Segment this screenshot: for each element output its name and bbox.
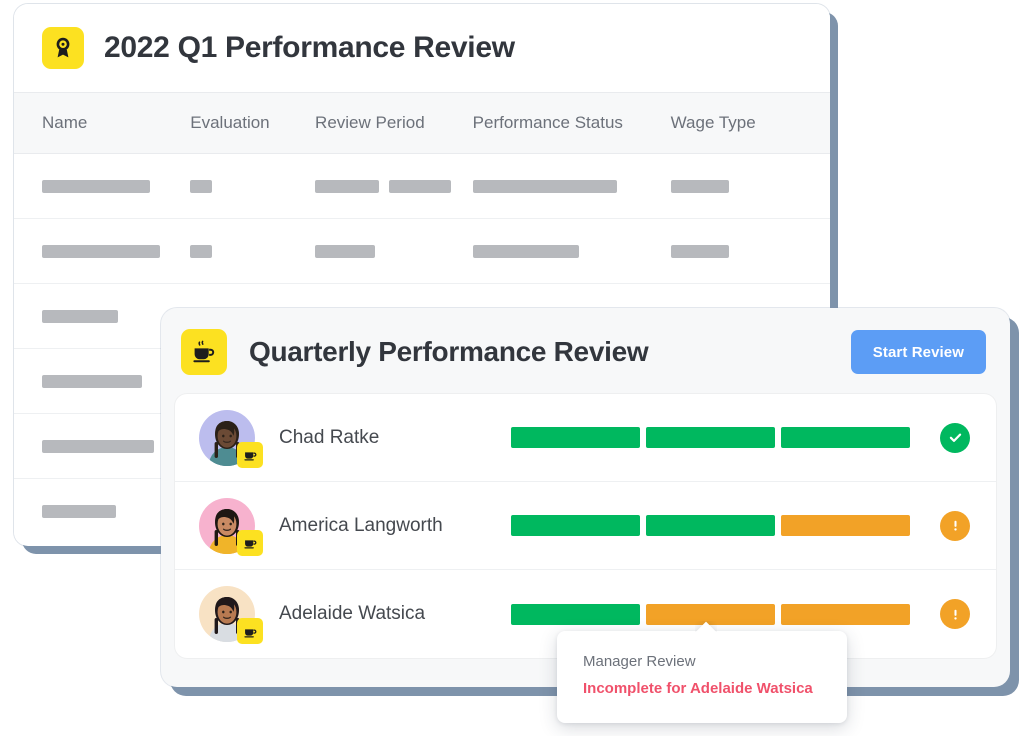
progress-segment-orange[interactable] (781, 515, 910, 536)
person-review-row[interactable]: Chad Ratke (175, 394, 996, 482)
tooltip-message: Incomplete for Adelaide Watsica (583, 680, 813, 697)
start-review-button[interactable]: Start Review (850, 330, 986, 374)
coffee-cup-icon (237, 441, 263, 468)
progress-segment-green[interactable] (511, 427, 640, 448)
placeholder-bar (670, 179, 729, 193)
table-row[interactable] (14, 219, 830, 284)
coffee-cup-icon (237, 529, 263, 556)
award-ribbon-icon (42, 27, 84, 69)
progress-segment-green[interactable] (646, 515, 775, 536)
table-cell (315, 244, 473, 258)
table-card-title: 2022 Q1 Performance Review (104, 31, 515, 64)
avatar (199, 586, 263, 644)
placeholder-bar (472, 179, 617, 193)
progress-segment-green[interactable] (781, 427, 910, 448)
avatar (199, 409, 263, 468)
tooltip-arrow (695, 621, 717, 632)
review-progress-bar[interactable] (511, 515, 910, 536)
table-cell (190, 244, 315, 258)
column-header-evaluation: Evaluation (190, 113, 270, 132)
review-progress-bar[interactable] (511, 427, 910, 448)
progress-segment-green[interactable] (646, 427, 775, 448)
coffee-cup-icon (181, 329, 227, 375)
check-circle-icon[interactable] (940, 422, 970, 453)
table-cell (42, 244, 190, 258)
person-review-row[interactable]: America Langworth (175, 482, 996, 570)
person-name: Adelaide Watsica (279, 603, 426, 624)
people-review-list: Chad Ratke America Langworth Adelaide Wats… (175, 394, 996, 658)
table-cell (42, 179, 190, 193)
placeholder-bar (42, 505, 116, 518)
placeholder-bar (315, 244, 376, 258)
table-header-row: Name Evaluation Review Period Performanc… (14, 92, 830, 154)
placeholder-bar (42, 179, 150, 193)
quarterly-review-header: Quarterly Performance Review Start Revie… (175, 322, 996, 382)
placeholder-bar (670, 244, 729, 258)
placeholder-bar (190, 179, 213, 193)
table-cell (670, 244, 802, 258)
progress-segment-orange[interactable] (781, 603, 910, 625)
quarterly-review-title: Quarterly Performance Review (249, 336, 649, 367)
column-header-name: Name (42, 113, 88, 132)
alert-circle-icon[interactable] (940, 599, 970, 629)
progress-segment-green[interactable] (511, 515, 640, 536)
coffee-cup-icon (237, 618, 263, 644)
table-cell (472, 244, 671, 258)
table-cell (190, 179, 315, 193)
person-name: America Langworth (279, 514, 443, 536)
column-header-wage-type: Wage Type (670, 113, 756, 132)
tooltip-title: Manager Review (583, 653, 696, 670)
placeholder-bar (42, 374, 142, 388)
placeholder-bar (190, 244, 213, 258)
screenshot-root: 2022 Q1 Performance Review Name Evaluati… (0, 0, 1024, 736)
table-cell (472, 179, 671, 193)
manager-review-tooltip: Manager Review Incomplete for Adelaide W… (557, 631, 847, 723)
column-header-review-period: Review Period (315, 113, 425, 132)
progress-segment-green[interactable] (511, 603, 640, 625)
column-header-performance-status: Performance Status (472, 113, 623, 132)
alert-circle-icon[interactable] (940, 510, 970, 541)
placeholder-bar (42, 309, 118, 323)
placeholder-bar (42, 439, 154, 453)
person-name: Chad Ratke (279, 426, 380, 448)
table-cell (315, 179, 473, 193)
table-row[interactable] (14, 154, 830, 219)
table-card-header: 2022 Q1 Performance Review (14, 4, 830, 92)
placeholder-bar (42, 244, 160, 258)
table-cell (670, 179, 802, 193)
placeholder-bar (315, 179, 380, 193)
placeholder-bar (472, 244, 579, 258)
placeholder-bar (389, 179, 452, 193)
avatar (199, 497, 263, 556)
